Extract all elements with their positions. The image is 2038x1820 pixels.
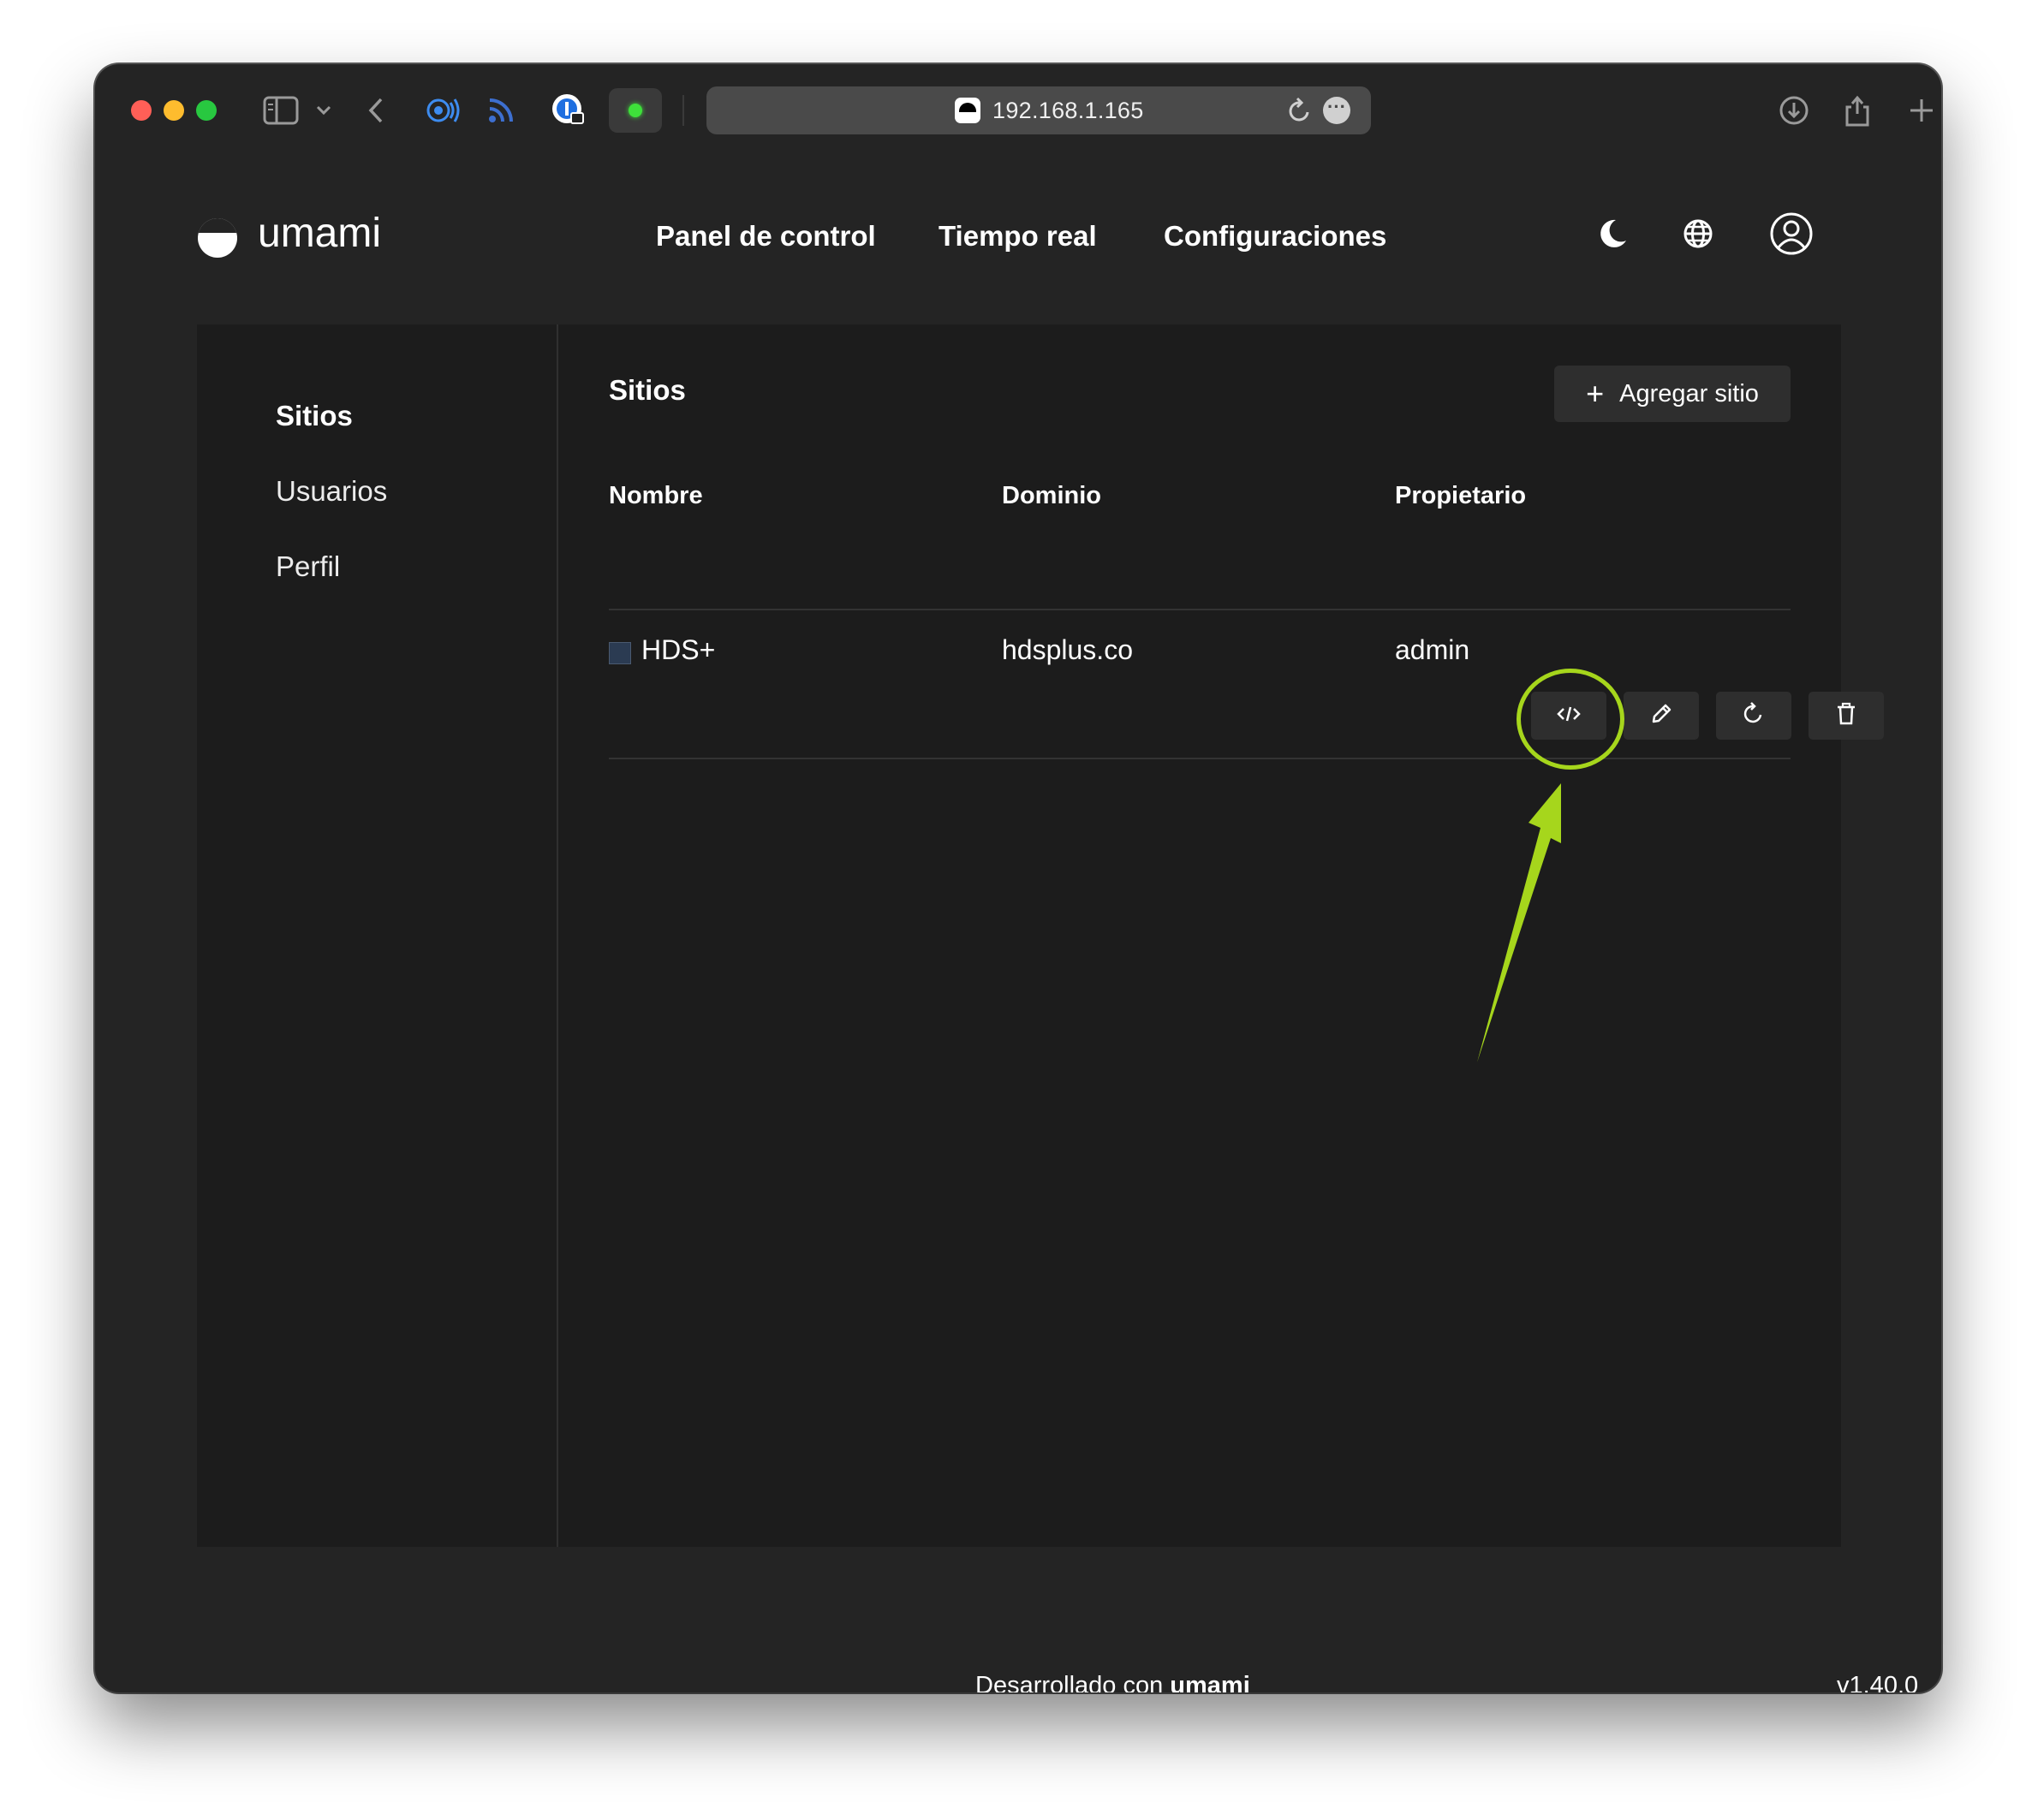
close-window-button[interactable] bbox=[131, 100, 152, 121]
rss-icon[interactable] bbox=[487, 90, 515, 131]
refresh-icon bbox=[1742, 701, 1766, 730]
new-tab-icon[interactable] bbox=[1909, 90, 1934, 131]
annotation-highlight-circle bbox=[1517, 669, 1624, 770]
delete-site-button[interactable] bbox=[1809, 692, 1884, 740]
table-row-divider bbox=[609, 758, 1791, 759]
browser-toolbar: 192.168.1.165 ··· bbox=[95, 64, 1941, 154]
site-favicon-icon bbox=[955, 98, 980, 123]
back-icon[interactable] bbox=[367, 90, 384, 131]
plus-icon: + bbox=[1586, 376, 1605, 411]
share-icon[interactable] bbox=[1844, 90, 1871, 131]
url-text: 192.168.1.165 bbox=[992, 98, 1144, 123]
site-name[interactable]: HDS+ bbox=[641, 634, 715, 666]
nav-configuraciones[interactable]: Configuraciones bbox=[1164, 220, 1386, 253]
password-manager-icon[interactable] bbox=[551, 90, 587, 131]
settings-panel: Sitios Usuarios Perfil Sitios + Agregar … bbox=[197, 324, 1884, 1547]
footer-brand-link[interactable]: umami bbox=[1170, 1672, 1249, 1692]
moon-icon[interactable] bbox=[1595, 217, 1630, 255]
add-site-button[interactable]: + Agregar sitio bbox=[1554, 366, 1791, 422]
site-owner: admin bbox=[1395, 634, 1470, 665]
reset-site-button[interactable] bbox=[1716, 692, 1791, 740]
annotation-arrow-icon bbox=[1477, 783, 1561, 1062]
site-domain: hdsplus.co bbox=[1002, 634, 1133, 665]
minimize-window-button[interactable] bbox=[164, 100, 184, 121]
umami-logo-icon[interactable] bbox=[198, 218, 237, 258]
footer-prefix: Desarrollado con bbox=[975, 1672, 1164, 1692]
reload-icon[interactable] bbox=[1287, 97, 1313, 128]
column-header-nombre: Nombre bbox=[609, 482, 703, 509]
edit-site-button[interactable] bbox=[1624, 692, 1699, 740]
sidebar-item-perfil[interactable]: Perfil bbox=[276, 550, 340, 583]
trash-icon bbox=[1835, 702, 1857, 730]
page-title: Sitios bbox=[609, 374, 686, 406]
app-version: v1.40.0 bbox=[1837, 1672, 1919, 1692]
download-icon[interactable] bbox=[1779, 90, 1809, 131]
chevron-down-icon[interactable] bbox=[316, 90, 331, 131]
nav-tiempo-real[interactable]: Tiempo real bbox=[939, 220, 1097, 253]
user-account-icon[interactable] bbox=[1769, 211, 1814, 260]
browser-window: 192.168.1.165 ··· umami Panel de control… bbox=[95, 64, 1941, 1692]
extension-broadcast-icon[interactable] bbox=[424, 90, 460, 131]
sidebar-toggle-icon[interactable] bbox=[263, 90, 299, 131]
footer-credit: Desarrollado con umami bbox=[975, 1672, 1250, 1692]
app-logo-text[interactable]: umami bbox=[258, 210, 381, 257]
site-favicon-icon bbox=[609, 642, 631, 664]
add-site-label: Agregar sitio bbox=[1619, 379, 1759, 407]
more-options-icon[interactable]: ··· bbox=[1323, 97, 1350, 124]
zoom-window-button[interactable] bbox=[196, 100, 217, 121]
nav-panel-de-control[interactable]: Panel de control bbox=[656, 220, 876, 253]
column-header-dominio: Dominio bbox=[1002, 482, 1101, 509]
globe-icon[interactable] bbox=[1681, 217, 1715, 255]
panel-divider bbox=[557, 324, 558, 1547]
sidebar-item-sitios[interactable]: Sitios bbox=[276, 400, 353, 432]
table-header-divider bbox=[609, 609, 1791, 610]
column-header-propietario: Propietario bbox=[1395, 482, 1527, 509]
sidebar-item-usuarios[interactable]: Usuarios bbox=[276, 475, 387, 508]
pencil-icon bbox=[1649, 702, 1673, 730]
extension-status-icon[interactable] bbox=[609, 88, 662, 133]
toolbar-separator bbox=[682, 95, 684, 126]
address-bar[interactable]: 192.168.1.165 ··· bbox=[706, 86, 1371, 134]
